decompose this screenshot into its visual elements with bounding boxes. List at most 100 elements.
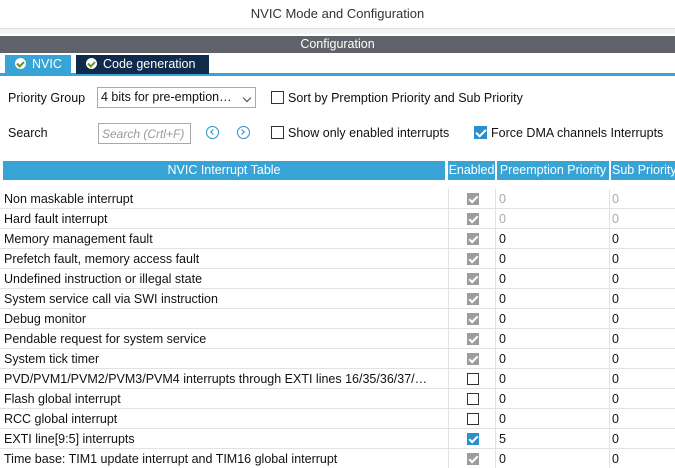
priority-group-label: Priority Group (8, 91, 86, 105)
search-input[interactable] (98, 123, 191, 144)
table-row[interactable]: Memory management fault 0 0 (0, 229, 675, 249)
sub-priority-cell[interactable]: 0 (609, 449, 675, 468)
check-circle-icon (86, 58, 97, 69)
interrupt-name: Time base: TIM1 update interrupt and TIM… (4, 452, 338, 466)
preemption-priority-cell[interactable]: 0 (495, 229, 609, 249)
sub-priority-cell[interactable]: 0 (609, 349, 675, 369)
sub-priority-cell[interactable]: 0 (609, 429, 675, 449)
search-label: Search (8, 126, 48, 140)
enabled-checkbox[interactable] (467, 313, 479, 325)
preemption-priority-cell[interactable]: 0 (495, 409, 609, 429)
enabled-cell (448, 249, 495, 269)
table-row[interactable]: System tick timer 0 0 (0, 349, 675, 369)
enabled-cell (448, 309, 495, 329)
force-dma-checkbox[interactable] (474, 126, 487, 139)
sub-priority-cell[interactable]: 0 (609, 209, 675, 229)
enabled-cell (448, 329, 495, 349)
table-row[interactable]: EXTI line[9:5] interrupts 5 0 (0, 429, 675, 449)
table-row[interactable]: Undefined instruction or illegal state 0 0 (0, 269, 675, 289)
tab-code-generation[interactable]: Code generation (76, 55, 209, 74)
column-header-sub-priority[interactable]: Sub Priority (611, 161, 675, 180)
sub-priority-cell[interactable]: 0 (609, 249, 675, 269)
table-row[interactable]: RCC global interrupt 0 0 (0, 409, 675, 429)
enabled-checkbox[interactable] (467, 393, 479, 405)
enabled-checkbox[interactable] (467, 233, 479, 245)
preemption-priority-cell[interactable]: 0 (495, 249, 609, 269)
enabled-checkbox[interactable] (467, 413, 479, 425)
column-header-enabled[interactable]: Enabled (448, 161, 495, 180)
preemption-priority-cell[interactable]: 0 (495, 189, 609, 209)
table-row[interactable]: Non maskable interrupt 0 0 (0, 189, 675, 209)
enabled-checkbox[interactable] (467, 193, 479, 205)
priority-group-select[interactable]: 4 bits for pre-emption… (97, 87, 256, 108)
sub-priority-cell[interactable]: 0 (609, 289, 675, 309)
preemption-priority-cell[interactable]: 0 (495, 269, 609, 289)
sub-priority-cell[interactable]: 0 (609, 409, 675, 429)
show-enabled-label: Show only enabled interrupts (288, 126, 450, 140)
preemption-priority-cell[interactable]: 0 (495, 389, 609, 409)
preemption-priority-cell[interactable]: 0 (495, 329, 609, 349)
enabled-checkbox[interactable] (467, 213, 479, 225)
tab-nvic-label: NVIC (32, 57, 62, 71)
priority-group-value: 4 bits for pre-emption… (101, 90, 232, 104)
preemption-priority-cell[interactable]: 0 (495, 289, 609, 309)
sort-priority-label: Sort by Premption Priority and Sub Prior… (288, 91, 523, 105)
sub-priority-cell[interactable]: 0 (609, 369, 675, 389)
sub-priority-cell[interactable]: 0 (609, 269, 675, 289)
table-row[interactable]: PVD/PVM1/PVM2/PVM3/PVM4 interrupts throu… (0, 369, 675, 389)
sub-priority-cell[interactable]: 0 (609, 229, 675, 249)
enabled-checkbox[interactable] (467, 433, 479, 445)
interrupt-name: Undefined instruction or illegal state (4, 272, 203, 286)
table-row[interactable]: Pendable request for system service 0 0 (0, 329, 675, 349)
enabled-checkbox[interactable] (467, 353, 479, 365)
enabled-cell (448, 389, 495, 409)
table-row[interactable]: Hard fault interrupt 0 0 (0, 209, 675, 229)
sort-priority-checkbox[interactable] (271, 91, 284, 104)
enabled-cell (448, 369, 495, 389)
preemption-priority-cell[interactable]: 0 (495, 349, 609, 369)
enabled-checkbox[interactable] (467, 373, 479, 385)
preemption-priority-cell[interactable]: 0 (495, 309, 609, 329)
preemption-priority-cell[interactable]: 0 (495, 449, 609, 468)
table-row[interactable]: Time base: TIM1 update interrupt and TIM… (0, 449, 675, 468)
preemption-priority-cell[interactable]: 0 (495, 209, 609, 229)
enabled-cell (448, 209, 495, 229)
enabled-checkbox[interactable] (467, 293, 479, 305)
interrupt-name: Debug monitor (4, 312, 86, 326)
interrupt-name: Prefetch fault, memory access fault (4, 252, 200, 266)
table-row[interactable]: Debug monitor 0 0 (0, 309, 675, 329)
show-enabled-checkbox[interactable] (271, 126, 284, 139)
table-row[interactable]: Flash global interrupt 0 0 (0, 389, 675, 409)
sub-priority-cell[interactable]: 0 (609, 309, 675, 329)
interrupt-name: System service call via SWI instruction (4, 292, 218, 306)
interrupt-name: System tick timer (4, 352, 100, 366)
enabled-cell (448, 409, 495, 429)
interrupt-name: Pendable request for system service (4, 332, 207, 346)
interrupt-name: PVD/PVM1/PVM2/PVM3/PVM4 interrupts throu… (4, 372, 428, 386)
enabled-cell (448, 449, 495, 468)
search-next-icon[interactable] (237, 126, 250, 139)
search-previous-icon[interactable] (206, 126, 219, 139)
enabled-checkbox[interactable] (467, 333, 479, 345)
tab-strip: NVIC Code generation (0, 53, 675, 76)
enabled-cell (448, 229, 495, 249)
interrupt-name: Non maskable interrupt (4, 192, 134, 206)
preemption-priority-cell[interactable]: 5 (495, 429, 609, 449)
sub-priority-cell[interactable]: 0 (609, 189, 675, 209)
enabled-checkbox[interactable] (467, 253, 479, 265)
sub-priority-cell[interactable]: 0 (609, 329, 675, 349)
title-separator (0, 28, 675, 34)
enabled-cell (448, 269, 495, 289)
enabled-checkbox[interactable] (467, 273, 479, 285)
table-row[interactable]: System service call via SWI instruction 0… (0, 289, 675, 309)
sub-priority-cell[interactable]: 0 (609, 389, 675, 409)
interrupt-name: Flash global interrupt (4, 392, 121, 406)
table-row[interactable]: Prefetch fault, memory access fault 0 0 (0, 249, 675, 269)
tab-nvic[interactable]: NVIC (5, 55, 71, 74)
preemption-priority-cell[interactable]: 0 (495, 369, 609, 389)
configuration-bar: Configuration (0, 36, 675, 53)
force-dma-label: Force DMA channels Interrupts (491, 126, 664, 140)
column-header-preemption[interactable]: Preemption Priority (497, 161, 609, 180)
column-header-interrupt[interactable]: NVIC Interrupt Table (3, 161, 445, 180)
enabled-checkbox[interactable] (467, 453, 479, 465)
